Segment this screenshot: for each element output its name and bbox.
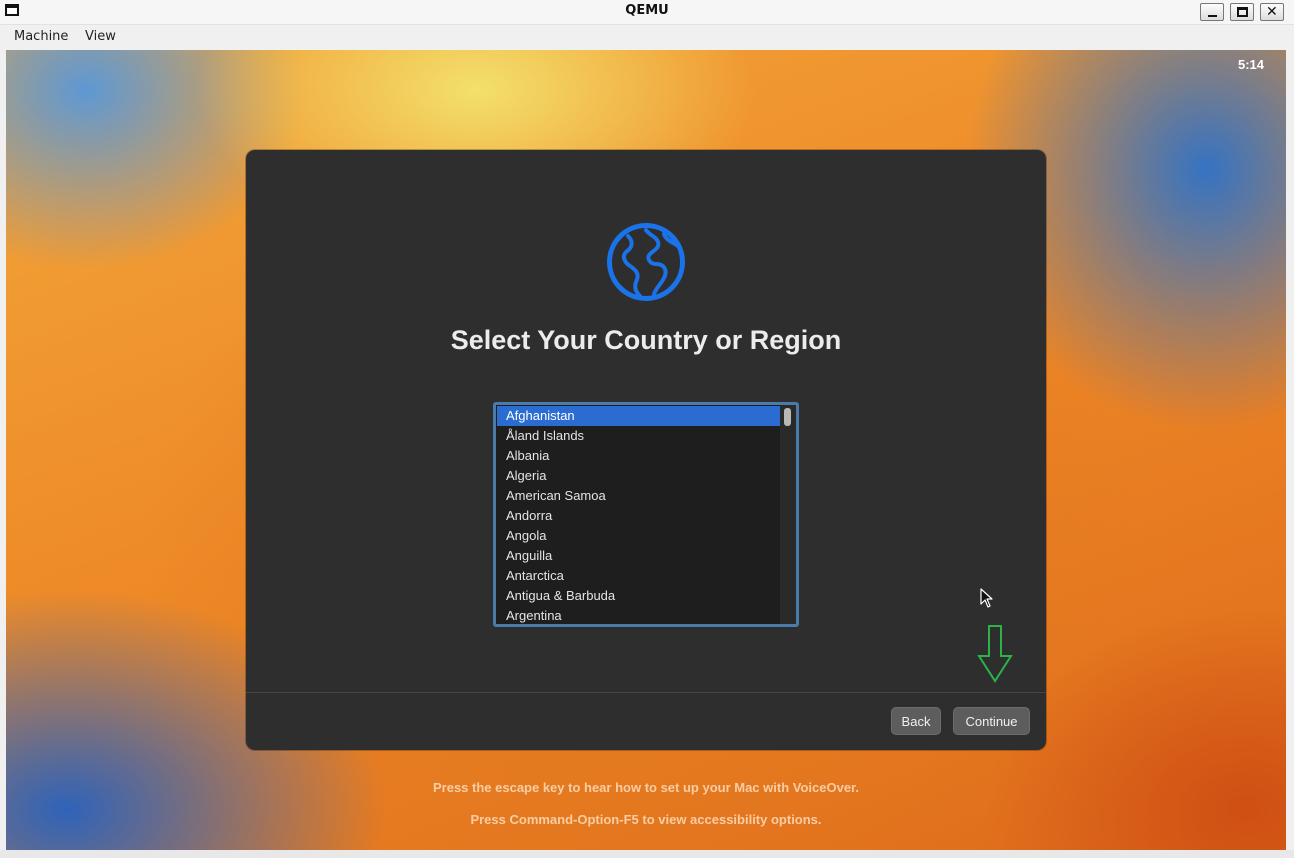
menu-machine[interactable]: Machine bbox=[14, 29, 68, 44]
list-scroll-thumb[interactable] bbox=[784, 408, 791, 426]
close-icon: ✕ bbox=[1266, 4, 1278, 20]
country-item[interactable]: Anguilla bbox=[497, 546, 780, 566]
guest-screen[interactable]: 5:14 Select Your Country or Region Afgha… bbox=[6, 50, 1286, 850]
country-list[interactable]: Afghanistan Åland Islands Albania Algeri… bbox=[493, 402, 799, 627]
globe-icon bbox=[607, 223, 685, 301]
menu-view[interactable]: View bbox=[85, 29, 116, 44]
minimize-icon bbox=[1208, 15, 1217, 17]
country-item[interactable]: Åland Islands bbox=[497, 426, 780, 446]
country-item[interactable]: Angola bbox=[497, 526, 780, 546]
country-item[interactable]: American Samoa bbox=[497, 486, 780, 506]
country-item[interactable]: Andorra bbox=[497, 506, 780, 526]
maximize-icon bbox=[1237, 7, 1248, 17]
menubar: Machine View bbox=[0, 25, 1294, 49]
dialog-divider bbox=[246, 692, 1046, 693]
country-item[interactable]: Afghanistan bbox=[497, 406, 780, 426]
dialog-title: Select Your Country or Region bbox=[450, 325, 842, 355]
clock: 5:14 bbox=[1237, 57, 1264, 72]
country-item[interactable]: Argentina bbox=[497, 606, 780, 624]
country-item[interactable]: Antigua & Barbuda bbox=[497, 586, 780, 606]
window-title: QEMU bbox=[625, 3, 669, 18]
mouse-cursor-icon bbox=[980, 588, 993, 608]
close-button[interactable]: ✕ bbox=[1260, 3, 1284, 21]
minimize-button[interactable] bbox=[1200, 3, 1224, 21]
down-arrow-icon bbox=[977, 625, 1013, 683]
country-item[interactable]: Antarctica bbox=[497, 566, 780, 586]
window-titlebar: QEMU ✕ bbox=[0, 0, 1294, 25]
list-scrollbar[interactable] bbox=[780, 405, 796, 624]
setup-dialog: Select Your Country or Region Afghanista… bbox=[246, 150, 1046, 750]
back-button[interactable]: Back bbox=[891, 707, 941, 735]
accessibility-hint: Press Command-Option-F5 to view accessib… bbox=[470, 812, 822, 827]
country-item[interactable]: Albania bbox=[497, 446, 780, 466]
continue-button[interactable]: Continue bbox=[953, 707, 1030, 735]
voiceover-hint: Press the escape key to hear how to set … bbox=[432, 780, 860, 795]
window-bottom-edge bbox=[0, 850, 1294, 858]
maximize-button[interactable] bbox=[1230, 3, 1254, 21]
country-item[interactable]: Algeria bbox=[497, 466, 780, 486]
